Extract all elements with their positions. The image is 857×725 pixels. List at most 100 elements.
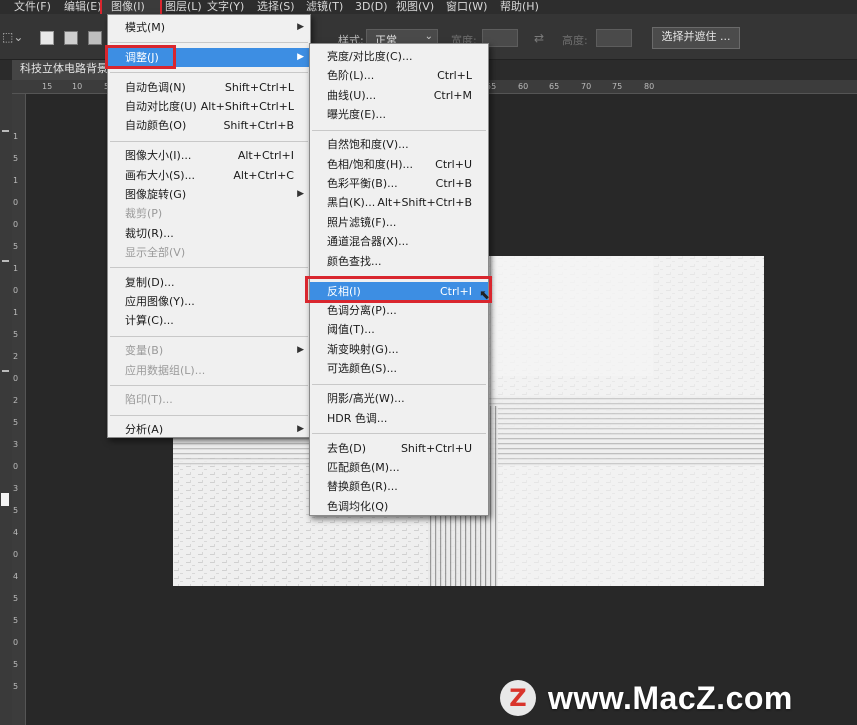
menu-item[interactable]: 自动颜色(O) Shift+Ctrl+B <box>108 116 310 135</box>
height-label: 高度: <box>562 34 588 47</box>
menu-item-label: 变量(B) <box>125 344 164 358</box>
height-field[interactable] <box>596 29 632 47</box>
menu-window[interactable]: 窗口(W) <box>446 0 487 14</box>
menu-item[interactable]: 分析(A) ▶ <box>108 420 310 439</box>
menu-item[interactable]: 图像大小(I)... Alt+Ctrl+I <box>108 146 310 165</box>
tool-icon[interactable] <box>2 370 9 372</box>
menu-item-label: 色阶(L)... <box>327 69 375 83</box>
ruler-tick-label: 75 <box>612 82 623 91</box>
add-selection-icon[interactable] <box>64 31 78 45</box>
menu-select[interactable]: 选择(S) <box>257 0 295 14</box>
menu-item[interactable]: 画布大小(S)... Alt+Ctrl+C <box>108 166 310 185</box>
menu-item[interactable]: 色阶(L)... Ctrl+L <box>310 66 488 85</box>
menu-item[interactable]: 反相(I) Ctrl+I <box>310 281 488 301</box>
ruler-tick-label: 5 <box>13 242 19 251</box>
menu-item[interactable]: 亮度/对比度(C)... <box>310 47 488 66</box>
ruler-tick-label: 0 <box>13 550 19 559</box>
menu-item[interactable]: 去色(D) Shift+Ctrl+U <box>310 439 488 458</box>
menu-view[interactable]: 视图(V) <box>396 0 434 14</box>
menu-item[interactable]: 图像旋转(G) ▶ <box>108 185 310 204</box>
ruler-tick-label: 1 <box>13 132 19 141</box>
menu-3d[interactable]: 3D(D) <box>355 0 388 14</box>
menu-item[interactable]: 颜色查找... <box>310 252 488 271</box>
menu-item-label: HDR 色调... <box>327 411 388 425</box>
menu-item-label: 可选颜色(S)... <box>327 362 398 376</box>
menu-item[interactable]: 自然饱和度(V)... <box>310 135 488 154</box>
ruler-tick-label: 4 <box>13 528 19 537</box>
menu-item[interactable]: 计算(C)... <box>108 311 310 330</box>
menu-item[interactable]: 可选颜色(S)... <box>310 359 488 378</box>
menu-item[interactable]: 通道混合器(X)... <box>310 232 488 251</box>
ruler-tick-label: 5 <box>13 418 19 427</box>
foreground-color-swatch[interactable] <box>1 493 9 506</box>
menu-item[interactable]: 自动色调(N) Shift+Ctrl+L <box>108 78 310 97</box>
ruler-tick-label: 0 <box>13 220 19 229</box>
swap-icon[interactable]: ⇄ <box>534 31 544 45</box>
menu-item[interactable]: 黑白(K)... Alt+Shift+Ctrl+B <box>310 193 488 212</box>
new-selection-icon[interactable] <box>40 31 54 45</box>
menu-item[interactable]: HDR 色调... <box>310 409 488 428</box>
menu-item[interactable]: 自动对比度(U) Alt+Shift+Ctrl+L <box>108 97 310 116</box>
menu-item-shortcut: Shift+Ctrl+B <box>223 119 294 133</box>
ruler-tick-label: 60 <box>518 82 529 91</box>
ruler-tick-label: 65 <box>549 82 560 91</box>
menu-item[interactable]: 色调分离(P)... <box>310 301 488 320</box>
menu-item-shortcut: Ctrl+M <box>433 88 472 102</box>
adjustments-submenu: 亮度/对比度(C)... 色阶(L)... Ctrl+L 曲线(U)... Ctrl+M… <box>309 43 489 516</box>
menu-item-label: 色相/饱和度(H)... <box>327 157 414 171</box>
menu-item-shortcut: Shift+Ctrl+U <box>400 441 472 455</box>
menu-type[interactable]: 文字(Y) <box>207 0 244 14</box>
subtract-selection-icon[interactable] <box>88 31 102 45</box>
menu-item[interactable]: 色调均化(Q) <box>310 497 488 516</box>
menu-separator <box>110 414 308 416</box>
ruler-tick-label: 5 <box>13 330 19 339</box>
tool-icon[interactable] <box>2 130 9 132</box>
menu-separator <box>110 42 308 44</box>
menu-item[interactable]: 模式(M) ▶ <box>108 18 310 37</box>
menu-item-label: 模式(M) <box>125 21 166 34</box>
menu-item[interactable]: 曝光度(E)... <box>310 105 488 124</box>
menu-item-label: 显示全部(V) <box>125 245 186 259</box>
submenu-arrow-icon: ▶ <box>297 51 304 62</box>
menu-item[interactable]: 匹配颜色(M)... <box>310 458 488 477</box>
menu-item-label: 裁切(R)... <box>125 226 174 240</box>
menu-item: 陷印(T)... <box>108 390 310 409</box>
ruler-tick-label: 1 <box>13 308 19 317</box>
document-tab[interactable]: 科技立体电路背景 <box>12 60 110 80</box>
cursor-icon: ⬉ <box>479 288 490 303</box>
menu-layer[interactable]: 图层(L) <box>165 0 202 14</box>
ruler-tick-label: 5 <box>13 660 19 669</box>
select-and-mask-button[interactable]: 选择并遮住 ... <box>652 27 740 49</box>
menu-item[interactable]: 裁切(R)... <box>108 224 310 243</box>
menu-item[interactable]: 色相/饱和度(H)... Ctrl+U <box>310 155 488 174</box>
vertical-ruler: 15100510152025303540455055 <box>12 94 26 725</box>
menu-item[interactable]: 替换颜色(R)... <box>310 477 488 496</box>
menu-item[interactable]: 曲线(U)... Ctrl+M <box>310 86 488 105</box>
menu-item[interactable]: 应用图像(Y)... <box>108 292 310 311</box>
menu-item[interactable]: 阴影/高光(W)... <box>310 389 488 408</box>
tools-panel <box>0 80 12 725</box>
ruler-tick-label: 5 <box>13 154 19 163</box>
menu-separator <box>312 129 486 131</box>
ruler-tick-label: 10 <box>72 82 83 91</box>
ruler-tick-label: 2 <box>13 396 19 405</box>
menu-item[interactable]: 调整(J) ▶ <box>108 47 310 67</box>
menu-edit[interactable]: 编辑(E) <box>64 0 102 14</box>
menu-file[interactable]: 文件(F) <box>14 0 51 14</box>
menu-filter[interactable]: 滤镜(T) <box>306 0 343 14</box>
menu-item[interactable]: 复制(D)... <box>108 273 310 292</box>
menu-image[interactable]: 图像(I) <box>100 0 162 16</box>
marquee-tool-icon[interactable]: ⬚⌄ <box>2 30 23 44</box>
menu-separator <box>312 276 486 277</box>
menu-item[interactable]: 阈值(T)... <box>310 320 488 339</box>
menu-item-label: 色调均化(Q) <box>327 499 389 513</box>
menu-item[interactable]: 色彩平衡(B)... Ctrl+B <box>310 174 488 193</box>
ruler-tick-label: 5 <box>13 616 19 625</box>
menu-item[interactable]: 渐变映射(G)... <box>310 340 488 359</box>
tool-icon[interactable] <box>2 260 9 262</box>
menu-item-label: 陷印(T)... <box>125 393 173 407</box>
menu-help[interactable]: 帮助(H) <box>500 0 539 14</box>
menu-item[interactable]: 照片滤镜(F)... <box>310 213 488 232</box>
menu-item-shortcut: Shift+Ctrl+L <box>224 80 294 94</box>
menu-item-label: 复制(D)... <box>125 275 175 289</box>
